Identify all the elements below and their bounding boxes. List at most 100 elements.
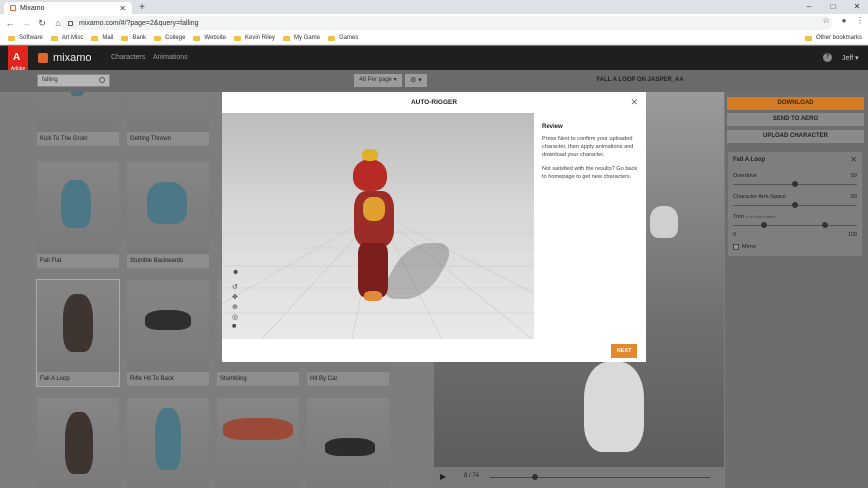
close-dialog-icon[interactable]: ✕ xyxy=(630,97,638,108)
animation-card[interactable] xyxy=(37,398,119,488)
character-preview-head xyxy=(650,206,678,238)
bookmark-label: Kevin Riley xyxy=(245,35,276,41)
timeline-track[interactable] xyxy=(490,477,710,478)
trim-min: 0 xyxy=(733,232,737,238)
reset-view-icon[interactable]: ☻ xyxy=(232,269,239,276)
animation-params-panel: Fall A Loop ✕ Overdrive 50 Character Arm… xyxy=(728,152,862,256)
trim-hint: % of total frames xyxy=(745,214,776,219)
per-page-select[interactable]: 48 Per page ▾ xyxy=(354,74,402,87)
send-to-aero-button[interactable]: SEND TO AERO xyxy=(727,113,864,126)
bookmark-mail[interactable]: Mail xyxy=(91,35,113,41)
bookmark-label: Software xyxy=(19,35,43,41)
close-window-button[interactable]: ✕ xyxy=(846,0,868,14)
reload-icon[interactable]: ↻ xyxy=(36,18,48,29)
auto-rigger-dialog: AUTO-RIGGER ✕ ☻ ↺ ✥ ⊕ ◎ ■ Review Press N… xyxy=(222,92,646,362)
character-figure xyxy=(325,438,375,456)
animation-card[interactable] xyxy=(307,398,389,488)
move-icon[interactable]: ✥ xyxy=(232,293,238,301)
nav-characters[interactable]: Characters xyxy=(111,54,145,61)
slider-handle[interactable] xyxy=(792,181,798,187)
bookmark-software[interactable]: Software xyxy=(8,35,43,41)
animation-card[interactable] xyxy=(127,398,209,488)
character-figure xyxy=(69,92,85,96)
undo-icon[interactable]: ↺ xyxy=(232,283,238,291)
new-tab-button[interactable]: + xyxy=(136,2,148,14)
animation-card[interactable]: Stumble Backwards xyxy=(127,162,209,268)
dialog-title: AUTO-RIGGER xyxy=(410,99,458,106)
nav-animations[interactable]: Animations xyxy=(153,54,188,61)
tab-title: Mixamo xyxy=(20,4,45,12)
user-menu[interactable]: Jeff ▾ xyxy=(842,54,859,62)
character-feet xyxy=(364,291,382,301)
animation-card[interactable]: Kick To The Groin xyxy=(37,92,119,146)
param-label: Overdrive xyxy=(733,173,757,179)
close-tab-icon[interactable]: ✕ xyxy=(119,4,126,13)
slider-handle[interactable] xyxy=(792,202,798,208)
camera-icon[interactable]: ■ xyxy=(232,323,236,330)
address-bar-row: ← → ↻ ⌂ mixamo.com/#/?page=2&query=falli… xyxy=(0,14,868,32)
bookmark-games[interactable]: Games xyxy=(328,35,358,41)
arm-space-slider[interactable] xyxy=(733,202,857,208)
rig-preview-viewport[interactable]: ☻ ↺ ✥ ⊕ ◎ ■ xyxy=(222,113,534,339)
search-input[interactable]: falling xyxy=(37,74,110,87)
play-icon[interactable]: ▶ xyxy=(440,472,446,481)
close-panel-icon[interactable]: ✕ xyxy=(850,155,857,164)
timeline-handle[interactable] xyxy=(532,474,538,480)
lock-icon xyxy=(68,20,73,26)
panel-title: Fall A Loop xyxy=(733,157,766,163)
help-icon[interactable]: ? xyxy=(823,53,832,62)
bookmark-bank[interactable]: Bank xyxy=(121,35,146,41)
minimize-button[interactable]: – xyxy=(798,0,820,14)
animation-label: Rifle Hit To Back xyxy=(130,376,174,382)
folder-icon xyxy=(193,35,201,41)
trim-start-handle[interactable] xyxy=(761,222,767,228)
logo-text: mixamo xyxy=(53,52,92,64)
animation-card-selected[interactable]: Fall A Loop xyxy=(36,279,120,387)
bookmark-website[interactable]: Website xyxy=(193,35,226,41)
mirror-checkbox[interactable] xyxy=(733,244,739,250)
profile-icon[interactable]: ● xyxy=(838,16,850,25)
next-button[interactable]: NEXT xyxy=(611,344,637,358)
zoom-icon[interactable]: ⊕ xyxy=(232,303,238,311)
bookmark-art-misc[interactable]: Art Misc xyxy=(50,35,83,41)
url-field[interactable]: mixamo.com/#/?page=2&query=falling xyxy=(60,16,832,30)
upload-character-button[interactable]: UPLOAD CHARACTER xyxy=(727,130,864,143)
download-button[interactable]: DOWNLOAD xyxy=(727,97,864,110)
character-figure xyxy=(155,408,181,470)
bookmark-kevin-riley[interactable]: Kevin Riley xyxy=(234,35,275,41)
animation-thumbnail xyxy=(127,280,209,372)
animation-card[interactable] xyxy=(217,398,299,488)
bookmark-college[interactable]: College xyxy=(154,35,185,41)
bookmark-my-game[interactable]: My Game xyxy=(283,35,320,41)
overdrive-slider[interactable] xyxy=(733,181,857,187)
adobe-a-icon: A xyxy=(13,52,21,63)
animation-label: Fall A Loop xyxy=(40,376,70,382)
browser-tab[interactable]: Mixamo ✕ xyxy=(4,2,132,14)
forward-icon[interactable]: → xyxy=(20,18,32,28)
animation-card[interactable]: Getting Thrown xyxy=(127,92,209,146)
settings-gear-button[interactable]: ⚙ ▾ xyxy=(405,74,427,87)
review-panel: Review Press Next to confirm your upload… xyxy=(542,123,642,181)
trim-end-handle[interactable] xyxy=(822,222,828,228)
star-icon[interactable]: ☆ xyxy=(820,16,832,25)
param-label: Character Arm-Space xyxy=(733,194,786,200)
bookmark-label: Website xyxy=(204,35,226,41)
animation-label: Kick To The Groin xyxy=(40,136,88,142)
animation-label: Hit By Car xyxy=(310,376,338,382)
character-preview xyxy=(584,362,644,452)
param-value: 50 xyxy=(850,173,857,179)
animation-card[interactable]: Rifle Hit To Back xyxy=(127,280,209,386)
mixamo-icon xyxy=(38,53,48,63)
back-icon[interactable]: ← xyxy=(4,18,16,28)
menu-icon[interactable]: ⋮ xyxy=(854,16,866,25)
review-heading: Review xyxy=(542,124,563,130)
folder-icon xyxy=(50,35,58,41)
character-legs xyxy=(358,243,388,297)
animation-card[interactable]: Fall Flat xyxy=(37,162,119,268)
other-bookmarks[interactable]: Other bookmarks xyxy=(804,35,862,41)
view-icon[interactable]: ◎ xyxy=(232,313,238,321)
maximize-button[interactable]: □ xyxy=(822,0,844,14)
trim-slider[interactable] xyxy=(733,225,857,226)
mixamo-logo[interactable]: mixamo xyxy=(38,52,92,64)
character-figure xyxy=(145,310,191,330)
